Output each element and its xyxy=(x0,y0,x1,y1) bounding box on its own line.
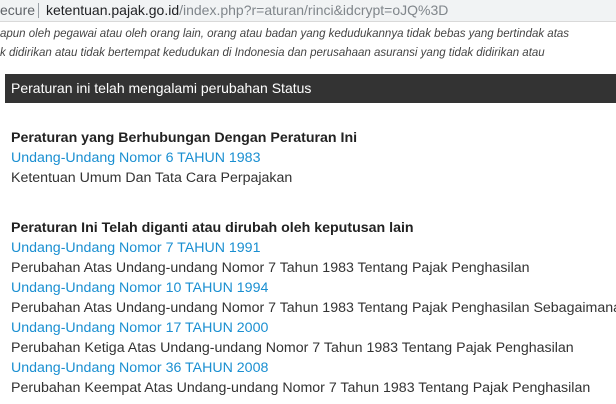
replacing-regulation-link[interactable]: Undang-Undang Nomor 10 TAHUN 1994 xyxy=(11,278,268,298)
status-change-header: Peraturan ini telah mengalami perubahan … xyxy=(5,74,616,103)
replacing-regulation-description: Perubahan Atas Undang-undang Nomor 7 Tah… xyxy=(11,300,616,316)
replacing-regulation-description: Perubahan Ketiga Atas Undang-undang Nomo… xyxy=(11,340,574,356)
browser-address-bar[interactable]: ecure ketentuan.pajak.go.id/index.php?r=… xyxy=(0,0,616,22)
replacing-regulation-description: Perubahan Keempat Atas Undang-undang Nom… xyxy=(11,380,591,396)
url-host: ketentuan.pajak.go.id xyxy=(46,2,180,18)
address-separator xyxy=(38,3,39,18)
replacing-regulation-description: Perubahan Atas Undang-undang Nomor 7 Tah… xyxy=(11,260,530,276)
replaced-section-heading: Peraturan Ini Telah diganti atau dirubah… xyxy=(11,220,414,236)
replacing-regulation-link[interactable]: Undang-Undang Nomor 17 TAHUN 2000 xyxy=(11,318,268,338)
related-section-heading: Peraturan yang Berhubungan Dengan Peratu… xyxy=(11,130,358,146)
background-paragraph-line: k didirikan atau tidak bertempat keduduk… xyxy=(0,47,545,59)
url-path: /index.php?r=aturan/rinci&idcrypt=oJQ%3D xyxy=(179,2,449,18)
url-text[interactable]: ketentuan.pajak.go.id/index.php?r=aturan… xyxy=(46,0,448,20)
related-regulation-link[interactable]: Undang-Undang Nomor 6 TAHUN 1983 xyxy=(11,148,260,168)
replacing-regulation-link[interactable]: Undang-Undang Nomor 36 TAHUN 2008 xyxy=(11,358,268,378)
related-regulation-description: Ketentuan Umum Dan Tata Cara Perpajakan xyxy=(11,170,293,186)
security-indicator[interactable]: ecure xyxy=(0,0,35,20)
replacing-regulation-link[interactable]: Undang-Undang Nomor 7 TAHUN 1991 xyxy=(11,238,260,258)
background-paragraph-line: apun oleh pegawai atau oleh orang lain, … xyxy=(0,28,570,40)
